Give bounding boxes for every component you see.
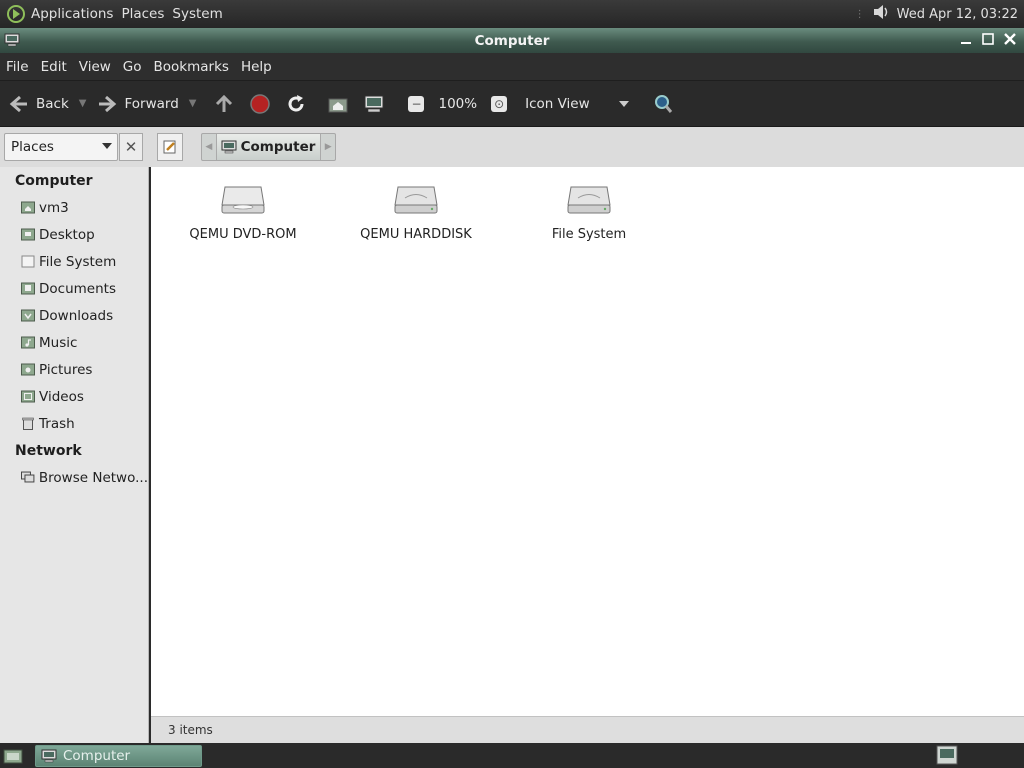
menu-bookmarks[interactable]: Bookmarks (148, 59, 235, 75)
minimize-button[interactable] (958, 31, 974, 47)
volume-icon[interactable] (871, 2, 891, 26)
optical-drive-icon (221, 186, 265, 214)
close-side-pane-button[interactable]: ✕ (119, 133, 143, 161)
location-bar: Places ✕ ◀ Computer ▶ (0, 127, 1024, 167)
toolbar: Back ▼ Forward ▼ − 100% ⊙ Icon View (0, 81, 1024, 127)
videos-folder-icon (21, 390, 35, 403)
distro-logo-icon[interactable] (5, 3, 27, 25)
harddisk-icon (394, 186, 438, 214)
window-titlebar[interactable]: Computer (0, 28, 1024, 53)
zoom-normal-button[interactable]: ⊙ (491, 95, 508, 112)
taskbar-item-computer[interactable]: Computer (35, 745, 202, 767)
icon-view[interactable]: QEMU DVD-ROM QEMU HARDDISK File System (151, 167, 1024, 716)
file-item-harddisk[interactable]: QEMU HARDDISK (336, 183, 496, 242)
sidebar-item-desktop[interactable]: Desktop (0, 221, 148, 248)
show-desktop-icon[interactable] (3, 747, 23, 768)
back-label: Back (36, 95, 69, 112)
music-folder-icon (21, 336, 35, 349)
sidebar-heading-computer: Computer (15, 173, 93, 189)
back-arrow-icon (9, 95, 27, 112)
downloads-folder-icon (21, 309, 35, 322)
file-item-file-system[interactable]: File System (509, 183, 669, 242)
places-sidebar: Computer vm3 Desktop File System Documen… (0, 167, 149, 743)
file-label: File System (551, 227, 627, 242)
window-title: Computer (474, 32, 550, 49)
computer-icon[interactable] (362, 92, 386, 116)
trash-icon (22, 417, 34, 430)
toggle-location-entry-button[interactable] (157, 133, 183, 161)
maximize-button[interactable] (980, 31, 996, 47)
reload-icon[interactable] (284, 92, 308, 116)
breadcrumb: ◀ Computer ▶ (201, 133, 336, 161)
forward-button[interactable]: Forward (96, 93, 179, 115)
home-icon[interactable] (326, 92, 350, 116)
side-pane-label: Places (11, 139, 54, 155)
harddisk-icon (567, 186, 611, 214)
file-label: QEMU HARDDISK (360, 227, 472, 242)
panel-handle-icon: ⋮ (854, 8, 865, 20)
file-label: QEMU DVD-ROM (189, 227, 297, 242)
side-pane-select[interactable]: Places (4, 133, 118, 161)
crumb-computer[interactable]: Computer (215, 134, 322, 160)
menu-go[interactable]: Go (117, 59, 148, 75)
workspace-switcher-icon[interactable] (936, 745, 958, 768)
bottom-panel: Computer (0, 743, 1024, 768)
menu-view[interactable]: View (73, 59, 117, 75)
computer-icon[interactable] (4, 32, 20, 52)
chevron-down-icon[interactable] (619, 100, 630, 107)
file-item-dvd-rom[interactable]: QEMU DVD-ROM (163, 183, 323, 242)
zoom-level: 100% (438, 95, 478, 112)
forward-label: Forward (124, 95, 179, 112)
pictures-folder-icon (21, 363, 35, 376)
view-mode-select[interactable]: Icon View (525, 96, 615, 112)
sidebar-item-browse-network[interactable]: Browse Netwo... (0, 464, 148, 491)
computer-icon (41, 749, 57, 763)
forward-history-dropdown[interactable]: ▼ (189, 98, 197, 109)
crumb-label: Computer (240, 139, 316, 155)
sidebar-item-pictures[interactable]: Pictures (0, 356, 148, 383)
back-history-dropdown[interactable]: ▼ (79, 98, 87, 109)
sidebar-item-videos[interactable]: Videos (0, 383, 148, 410)
search-icon[interactable] (651, 92, 675, 116)
close-button[interactable] (1002, 31, 1018, 47)
zoom-out-icon[interactable]: − (404, 92, 428, 116)
crumb-scroll-left[interactable]: ◀ (202, 142, 216, 152)
sidebar-item-documents[interactable]: Documents (0, 275, 148, 302)
menu-file[interactable]: File (0, 59, 35, 75)
stop-icon[interactable] (248, 92, 272, 116)
sidebar-item-music[interactable]: Music (0, 329, 148, 356)
top-panel: Applications Places System ⋮ Wed Apr 12,… (0, 0, 1024, 28)
documents-folder-icon (21, 282, 35, 295)
network-icon (21, 471, 35, 483)
sidebar-heading-network: Network (15, 443, 82, 459)
up-icon[interactable] (212, 92, 236, 116)
clock[interactable]: Wed Apr 12, 03:22 (897, 7, 1018, 22)
sidebar-item-file-system[interactable]: File System (0, 248, 148, 275)
edit-icon (163, 140, 176, 154)
menubar: File Edit View Go Bookmarks Help (0, 53, 1024, 81)
system-menu[interactable]: System (168, 6, 226, 22)
applications-menu[interactable]: Applications (27, 6, 117, 22)
menu-edit[interactable]: Edit (35, 59, 73, 75)
status-bar: 3 items (151, 716, 1024, 743)
close-icon: ✕ (124, 138, 138, 156)
computer-icon (221, 140, 237, 154)
chevron-down-icon (102, 143, 112, 149)
item-count: 3 items (168, 723, 213, 737)
task-label: Computer (63, 748, 131, 764)
desktop-folder-icon (21, 228, 35, 241)
harddisk-icon (21, 255, 35, 268)
sidebar-item-trash[interactable]: Trash (0, 410, 148, 437)
back-button[interactable]: Back (8, 93, 69, 115)
menu-help[interactable]: Help (235, 59, 278, 75)
zoom-reset-icon[interactable]: ⊙ (487, 92, 511, 116)
zoom-out-button[interactable]: − (408, 95, 425, 112)
sidebar-item-vm3[interactable]: vm3 (0, 194, 148, 221)
sidebar-item-downloads[interactable]: Downloads (0, 302, 148, 329)
forward-arrow-icon (99, 95, 117, 112)
places-menu[interactable]: Places (117, 6, 168, 22)
home-folder-icon (21, 201, 35, 214)
crumb-scroll-right[interactable]: ▶ (321, 142, 335, 152)
